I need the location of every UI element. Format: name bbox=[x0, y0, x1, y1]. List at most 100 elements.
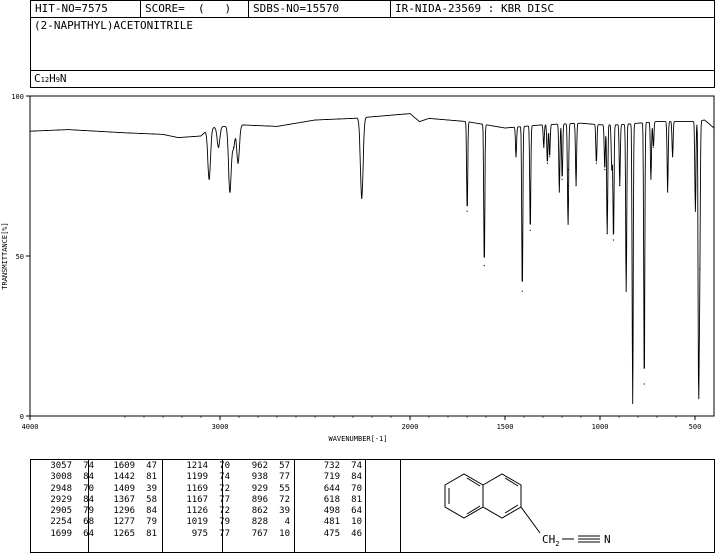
peak-wavenumber: 1169 bbox=[186, 483, 208, 494]
peak-point bbox=[632, 402, 634, 404]
x-tick-label: 3000 bbox=[212, 423, 229, 431]
peak-point bbox=[549, 156, 551, 158]
nitrogen-label: N bbox=[604, 533, 611, 546]
y-tick-label: 0 bbox=[20, 413, 24, 421]
peak-transmittance: 72 bbox=[219, 483, 230, 494]
peak-transmittance: 64 bbox=[351, 506, 362, 517]
peak-transmittance: 81 bbox=[146, 528, 157, 539]
peak-table-row: 896 72 bbox=[228, 495, 290, 506]
x-tick-label: 1000 bbox=[592, 423, 609, 431]
peak-table-row: 1277 79 bbox=[95, 517, 157, 528]
peak-point bbox=[567, 185, 569, 187]
peak-point bbox=[237, 162, 239, 164]
peak-wavenumber: 618 bbox=[323, 494, 340, 505]
peak-table-column: 732 74 719 84 644 70 618 81 498 64 481 10 475 46 bbox=[300, 461, 362, 540]
peak-point bbox=[561, 178, 563, 180]
peak-point bbox=[567, 169, 569, 171]
peak-point bbox=[611, 169, 613, 171]
molecular-structure: CH2 N bbox=[444, 473, 611, 548]
peak-point bbox=[529, 229, 531, 231]
peak-transmittance: 47 bbox=[146, 461, 157, 471]
peak-transmittance: 46 bbox=[351, 528, 362, 539]
peak-wavenumber: 1126 bbox=[186, 506, 208, 517]
peak-table-separator bbox=[222, 459, 223, 553]
peak-wavenumber: 1409 bbox=[113, 483, 135, 494]
peak-table-row: 498 64 bbox=[300, 506, 362, 517]
peak-table-row: 1265 81 bbox=[95, 529, 157, 540]
peak-wavenumber: 975 bbox=[191, 528, 208, 539]
peak-transmittance: 84 bbox=[72, 472, 94, 483]
peak-point bbox=[652, 146, 654, 148]
y-axis-label: TRANSMITTANCE[%] bbox=[1, 222, 9, 289]
peak-wavenumber: 475 bbox=[323, 528, 340, 539]
peak-point bbox=[521, 290, 523, 292]
peak-table-row: 862 39 bbox=[228, 506, 290, 517]
peak-point bbox=[361, 197, 363, 199]
ch2-label: CH2 bbox=[542, 533, 559, 548]
peak-transmittance: 10 bbox=[279, 528, 290, 539]
peak-wavenumber: 3008 bbox=[50, 472, 72, 483]
peak-wavenumber: 767 bbox=[251, 528, 268, 539]
peak-wavenumber: 2905 bbox=[50, 506, 72, 517]
peak-transmittance: 79 bbox=[72, 506, 94, 517]
peak-table-separator bbox=[294, 459, 295, 553]
peak-transmittance: 81 bbox=[146, 472, 157, 483]
peak-transmittance: 58 bbox=[146, 494, 157, 505]
peak-table-row: 938 77 bbox=[228, 472, 290, 483]
peak-wavenumber: 644 bbox=[323, 483, 340, 494]
peak-table-row: 1019 79 bbox=[168, 517, 230, 528]
naphthalene-ring-left bbox=[444, 473, 484, 519]
y-tick-label: 100 bbox=[11, 93, 24, 101]
peak-transmittance: 72 bbox=[279, 494, 290, 505]
ir-method: IR-NIDA-23569 : KBR DISC bbox=[395, 2, 554, 15]
peak-table-row: 225468 bbox=[32, 517, 94, 528]
x-axis-label: WAVENUMBER[-1] bbox=[328, 435, 387, 443]
peak-table-separator bbox=[88, 459, 89, 553]
peak-wavenumber: 719 bbox=[323, 472, 340, 483]
peak-point bbox=[232, 146, 235, 148]
hit-number: HIT-NO=7575 bbox=[35, 2, 108, 15]
peak-table-row: 962 57 bbox=[228, 461, 290, 472]
peak-transmittance: 84 bbox=[72, 495, 94, 506]
peak-transmittance: 70 bbox=[72, 484, 94, 495]
peak-table-row: 305774 bbox=[32, 461, 94, 472]
peak-wavenumber: 3057 bbox=[50, 461, 72, 471]
peak-wavenumber: 1296 bbox=[113, 506, 135, 517]
x-tick-label: 1500 bbox=[497, 423, 514, 431]
peak-point bbox=[698, 383, 700, 385]
peak-point bbox=[619, 185, 621, 187]
peak-transmittance: 79 bbox=[219, 517, 230, 528]
peak-point bbox=[604, 169, 606, 171]
peak-transmittance: 77 bbox=[219, 494, 230, 505]
peak-table-row: 975 77 bbox=[168, 529, 230, 540]
ch2-bond bbox=[520, 506, 541, 534]
peak-point bbox=[699, 268, 701, 270]
peak-point bbox=[575, 185, 577, 187]
peak-point bbox=[606, 233, 608, 235]
peak-table-row: 719 84 bbox=[300, 472, 362, 483]
peak-table-row: 1169 72 bbox=[168, 484, 230, 495]
peak-table-row: 294870 bbox=[32, 484, 94, 495]
peak-table-column: 1609 47 1442 81 1409 39 1367 58 1296 84 1277 79 1265… bbox=[95, 461, 157, 540]
x-tick-label: 500 bbox=[689, 423, 702, 431]
peak-table-row: 475 46 bbox=[300, 529, 362, 540]
peak-transmittance: 70 bbox=[219, 461, 230, 471]
peak-wavenumber: 1609 bbox=[113, 461, 135, 471]
peak-wavenumber: 1442 bbox=[113, 472, 135, 483]
naphthalene-ring-right bbox=[482, 473, 522, 519]
peak-point bbox=[515, 156, 517, 158]
peak-point bbox=[208, 178, 210, 180]
peak-table-row: 290579 bbox=[32, 506, 94, 517]
peak-wavenumber: 1277 bbox=[113, 517, 135, 528]
peak-table-row: 732 74 bbox=[300, 461, 362, 472]
molecular-formula: C12H9N bbox=[34, 72, 67, 85]
peak-point bbox=[650, 178, 652, 180]
peak-transmittance: 39 bbox=[146, 483, 157, 494]
peak-point bbox=[217, 146, 220, 148]
peak-transmittance: 10 bbox=[351, 517, 362, 528]
peak-table-column: 962 57 938 77 929 55 896 72 862 39 828 4 767 10 bbox=[228, 461, 290, 540]
y-tick-label: 50 bbox=[16, 253, 24, 261]
peak-point bbox=[671, 156, 674, 158]
peak-wavenumber: 2254 bbox=[50, 517, 72, 528]
score: SCORE= ( ) bbox=[145, 2, 232, 15]
